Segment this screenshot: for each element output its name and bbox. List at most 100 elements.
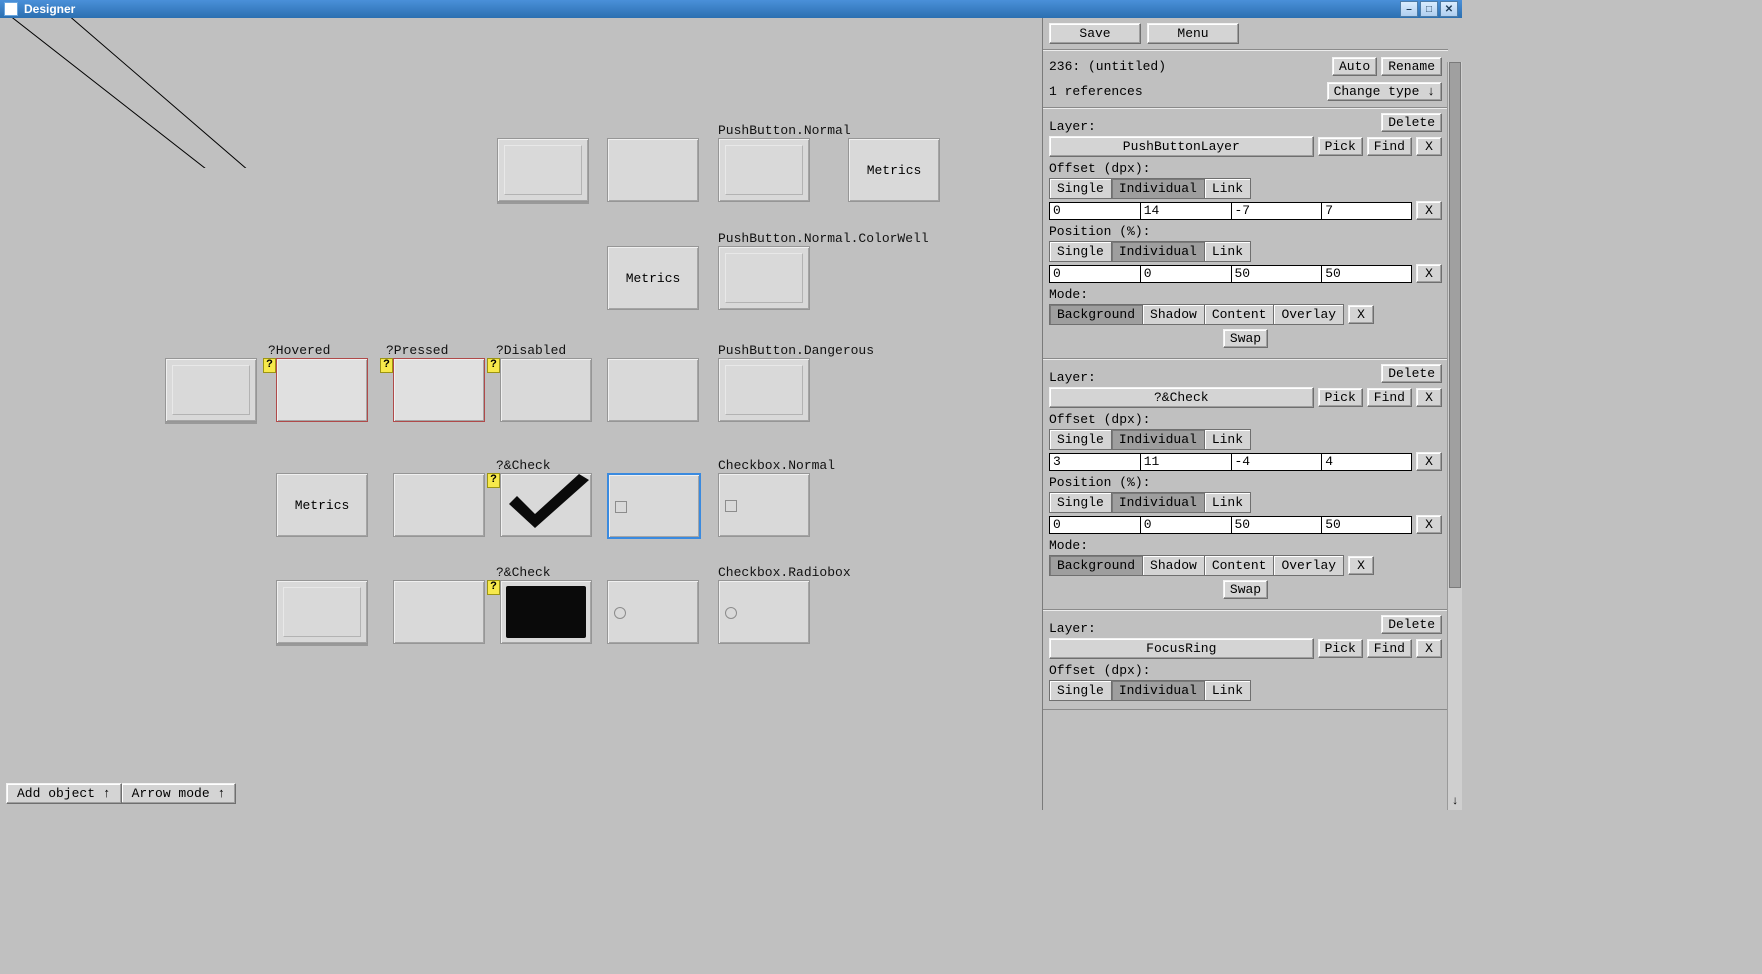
auto-button[interactable]: Auto: [1332, 57, 1377, 76]
position-input-2[interactable]: [1231, 516, 1322, 534]
swatch-pb-normal-2[interactable]: [607, 138, 699, 202]
position-input-1[interactable]: [1140, 265, 1231, 283]
swatch-pb-normal-1[interactable]: [497, 138, 589, 202]
position-link-tab[interactable]: Link: [1205, 242, 1250, 261]
offset-input-1[interactable]: [1140, 202, 1231, 220]
swatch-dangerous-2[interactable]: [718, 358, 810, 422]
layer-name-button[interactable]: ?&Check: [1049, 387, 1314, 408]
position-input-0[interactable]: [1049, 516, 1140, 534]
mode-overlay-tab[interactable]: Overlay: [1274, 556, 1343, 575]
swatch-radio-b[interactable]: [393, 580, 485, 644]
window-maximize-button[interactable]: □: [1420, 1, 1438, 17]
mode-background-tab[interactable]: Background: [1050, 556, 1143, 575]
swatch-check-blank[interactable]: [393, 473, 485, 537]
position-single-tab[interactable]: Single: [1050, 242, 1112, 261]
mode-background-tab[interactable]: Background: [1050, 305, 1143, 324]
offset-single-tab[interactable]: Single: [1050, 179, 1112, 198]
swap-button[interactable]: Swap: [1223, 329, 1268, 348]
swatch-hovered[interactable]: [276, 358, 368, 422]
x-button[interactable]: X: [1348, 305, 1374, 324]
swatch-disabled[interactable]: [500, 358, 592, 422]
swatch-check-metrics[interactable]: Metrics: [276, 473, 368, 537]
offset-input-0[interactable]: [1049, 202, 1140, 220]
swatch-base-hpd[interactable]: [165, 358, 257, 422]
offset-input-2[interactable]: [1231, 453, 1322, 471]
layer-name-button[interactable]: PushButtonLayer: [1049, 136, 1314, 157]
x-button[interactable]: X: [1416, 201, 1442, 220]
offset-individual-tab[interactable]: Individual: [1112, 681, 1205, 700]
swatch-radio-check[interactable]: [500, 580, 592, 644]
position-input-3[interactable]: [1321, 265, 1412, 283]
swatch-checkbox-normal[interactable]: [718, 473, 810, 537]
offset-input-3[interactable]: [1321, 202, 1412, 220]
x-button[interactable]: X: [1416, 137, 1442, 156]
mode-shadow-tab[interactable]: Shadow: [1143, 305, 1205, 324]
swatch-radio-a[interactable]: [276, 580, 368, 644]
position-link-tab[interactable]: Link: [1205, 493, 1250, 512]
add-object-button[interactable]: Add object ↑: [6, 783, 122, 804]
position-input-0[interactable]: [1049, 265, 1140, 283]
caption-hovered: ?Hovered: [268, 343, 330, 358]
pick-button[interactable]: Pick: [1318, 639, 1363, 658]
offset-input-3[interactable]: [1321, 453, 1412, 471]
mode-content-tab[interactable]: Content: [1205, 305, 1275, 324]
swatch-checkmark[interactable]: [500, 473, 592, 537]
x-button[interactable]: X: [1416, 452, 1442, 471]
x-button[interactable]: X: [1416, 264, 1442, 283]
offset-single-tab[interactable]: Single: [1050, 430, 1112, 449]
scrollbar-thumb[interactable]: [1449, 62, 1461, 588]
offset-link-tab[interactable]: Link: [1205, 430, 1250, 449]
change-type-button[interactable]: Change type ↓: [1327, 82, 1442, 101]
position-individual-tab[interactable]: Individual: [1112, 493, 1205, 512]
delete-layer-button[interactable]: Delete: [1381, 364, 1442, 383]
x-button[interactable]: X: [1416, 388, 1442, 407]
pick-button[interactable]: Pick: [1318, 137, 1363, 156]
sidebar-scrollbar[interactable]: ↓: [1447, 62, 1462, 810]
menu-button[interactable]: Menu: [1147, 23, 1239, 44]
position-single-tab[interactable]: Single: [1050, 493, 1112, 512]
swatch-colorwell-metrics[interactable]: Metrics: [607, 246, 699, 310]
find-button[interactable]: Find: [1367, 388, 1412, 407]
x-button[interactable]: X: [1416, 639, 1442, 658]
mode-content-tab[interactable]: Content: [1205, 556, 1275, 575]
save-button[interactable]: Save: [1049, 23, 1141, 44]
swatch-pressed[interactable]: [393, 358, 485, 422]
swatch-checkbox-selected[interactable]: [607, 473, 701, 539]
offset-link-tab[interactable]: Link: [1205, 179, 1250, 198]
offset-input-0[interactable]: [1049, 453, 1140, 471]
swatch-colorwell[interactable]: [718, 246, 810, 310]
offset-single-tab[interactable]: Single: [1050, 681, 1112, 700]
layer-name-button[interactable]: FocusRing: [1049, 638, 1314, 659]
offset-individual-tab[interactable]: Individual: [1112, 179, 1205, 198]
position-input-1[interactable]: [1140, 516, 1231, 534]
x-button[interactable]: X: [1416, 515, 1442, 534]
rename-button[interactable]: Rename: [1381, 57, 1442, 76]
swap-button[interactable]: Swap: [1223, 580, 1268, 599]
swatch-dangerous-1[interactable]: [607, 358, 699, 422]
mode-shadow-tab[interactable]: Shadow: [1143, 556, 1205, 575]
offset-individual-tab[interactable]: Individual: [1112, 430, 1205, 449]
delete-layer-button[interactable]: Delete: [1381, 615, 1442, 634]
offset-input-1[interactable]: [1140, 453, 1231, 471]
delete-layer-button[interactable]: Delete: [1381, 113, 1442, 132]
scroll-down-icon[interactable]: ↓: [1448, 794, 1462, 808]
arrow-mode-button[interactable]: Arrow mode ↑: [122, 783, 237, 804]
pick-button[interactable]: Pick: [1318, 388, 1363, 407]
designer-canvas[interactable]: PushButton.Normal Metrics PushButton.Nor…: [0, 18, 1043, 810]
mode-overlay-tab[interactable]: Overlay: [1274, 305, 1343, 324]
window-minimize-button[interactable]: –: [1400, 1, 1418, 17]
position-input-2[interactable]: [1231, 265, 1322, 283]
position-individual-tab[interactable]: Individual: [1112, 242, 1205, 261]
find-button[interactable]: Find: [1367, 137, 1412, 156]
swatch-radio-c[interactable]: [607, 580, 699, 644]
offset-input-2[interactable]: [1231, 202, 1322, 220]
window-close-button[interactable]: ✕: [1440, 1, 1458, 17]
swatch-radio-d[interactable]: [718, 580, 810, 644]
offset-link-tab[interactable]: Link: [1205, 681, 1250, 700]
position-mode-seg: Single Individual Link: [1049, 492, 1251, 513]
swatch-pb-normal-metrics[interactable]: Metrics: [848, 138, 940, 202]
x-button[interactable]: X: [1348, 556, 1374, 575]
position-input-3[interactable]: [1321, 516, 1412, 534]
find-button[interactable]: Find: [1367, 639, 1412, 658]
swatch-pb-normal-3[interactable]: [718, 138, 810, 202]
